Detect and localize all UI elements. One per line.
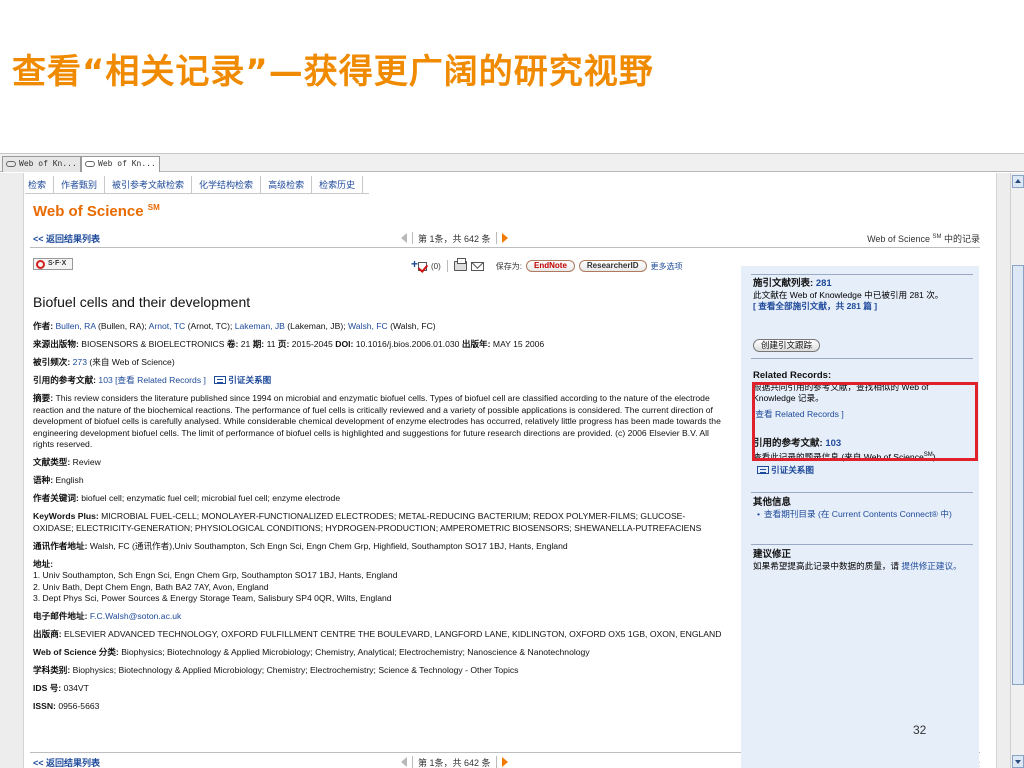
add-to-marked-list-icon[interactable]: + bbox=[411, 257, 427, 272]
field-subject: 学科类别: Biophysics; Biotechnology & Applie… bbox=[33, 665, 519, 675]
nav-search-history[interactable]: 检索历史 bbox=[312, 176, 364, 193]
page-icon bbox=[6, 161, 16, 167]
prev-record-icon[interactable] bbox=[401, 233, 407, 243]
next-record-icon[interactable] bbox=[501, 757, 508, 767]
pager: 第 1条，共 642 条 bbox=[401, 230, 508, 246]
email-link[interactable]: F.C.Walsh@soton.ac.uk bbox=[90, 611, 182, 621]
highlight-box bbox=[752, 382, 978, 461]
field-publisher: 出版商: ELSEVIER ADVANCED TECHNOLOGY, OXFOR… bbox=[33, 629, 722, 639]
scroll-up-icon[interactable] bbox=[1012, 175, 1024, 188]
page-number: 32 bbox=[913, 723, 927, 737]
tab-bar: Web of Kn... Web of Kn... bbox=[0, 154, 1024, 172]
pager-text: 第 1条，共 642 条 bbox=[418, 233, 491, 244]
author-link[interactable]: Bullen, RA bbox=[55, 321, 95, 331]
sfx-button[interactable]: S·F·X bbox=[33, 258, 73, 270]
nav-author-finder[interactable]: 作者甄别 bbox=[54, 176, 106, 193]
journal-toc-link[interactable]: 查看期刊目录 (在 Current Contents Connect® 中) bbox=[764, 509, 952, 519]
citation-map-link[interactable]: 引证关系图 bbox=[228, 375, 271, 385]
author-link[interactable]: Arnot, TC bbox=[149, 321, 186, 331]
researcherid-button[interactable]: ResearcherID bbox=[578, 260, 647, 272]
field-reprint-address: 通讯作者地址: Walsh, FC (通讯作者),Univ Southampto… bbox=[33, 540, 568, 551]
wos-page: 检索 作者甄别 被引参考文献检索 化学结构检索 高级检索 检索历史 Web of… bbox=[25, 173, 995, 768]
search-nav: 检索 作者甄别 被引参考文献检索 化学结构检索 高级检索 检索历史 bbox=[25, 176, 370, 194]
more-options-link[interactable]: 更多选项 bbox=[651, 261, 683, 272]
field-keywords-plus: KeyWords Plus: MICROBIAL FUEL-CELL; MONO… bbox=[33, 511, 702, 533]
suggest-correction-link[interactable]: 提供修正建议。 bbox=[902, 561, 962, 571]
divider bbox=[30, 247, 980, 248]
field-addresses: 地址: 1. Univ Southampton, Sch Engn Sci, E… bbox=[33, 558, 398, 604]
print-icon[interactable] bbox=[453, 258, 467, 271]
marked-count: (0) bbox=[431, 261, 441, 271]
prev-record-icon[interactable] bbox=[401, 757, 407, 767]
field-keywords: 作者关键词: biofuel cell; enzymatic fuel cell… bbox=[33, 493, 341, 503]
browser-window: Web of Kn... Web of Kn... 检索 作者甄别 被引参考文献… bbox=[0, 153, 1024, 768]
field-source: 来源出版物: BIOSENSORS & BIOELECTRONICS 卷: 21… bbox=[33, 339, 545, 349]
citing-articles-section: 施引文献列表: 281 此文献在 Web of Knowledge 中已被引用 … bbox=[753, 278, 944, 311]
scroll-thumb[interactable] bbox=[1012, 265, 1024, 685]
scroll-down-icon[interactable] bbox=[1012, 755, 1024, 768]
author-link[interactable]: Walsh, FC bbox=[348, 321, 388, 331]
citation-map-icon bbox=[214, 376, 227, 384]
field-email: 电子邮件地址: F.C.Walsh@soton.ac.uk bbox=[33, 611, 182, 621]
frame-right bbox=[996, 173, 1010, 768]
frame-left bbox=[0, 173, 24, 768]
record-bar-top: << 返回结果列表 第 1条，共 642 条 Web of Science SM… bbox=[30, 230, 980, 246]
field-cited-refs: 引用的参考文献: 103 [查看 Related Records ] 引证关系图 bbox=[33, 375, 272, 385]
email-icon[interactable] bbox=[470, 261, 484, 271]
back-to-results-link[interactable]: << 返回结果列表 bbox=[33, 232, 100, 245]
back-to-results-link[interactable]: << 返回结果列表 bbox=[33, 756, 100, 768]
field-ids: IDS 号: 034VT bbox=[33, 683, 89, 693]
related-records-link[interactable]: [查看 Related Records ] bbox=[113, 375, 206, 385]
create-citation-alert-button[interactable]: 创建引文跟踪 bbox=[753, 339, 821, 352]
page-viewport: 检索 作者甄别 被引参考文献检索 化学结构检索 高级检索 检索历史 Web of… bbox=[0, 173, 1010, 768]
pager: 第 1条，共 642 条 bbox=[401, 754, 508, 768]
vertical-scrollbar[interactable] bbox=[1010, 173, 1024, 768]
record-fields: 作者: Bullen, RA (Bullen, RA); Arnot, TC (… bbox=[33, 321, 723, 719]
sidebar: 施引文献列表: 281 此文献在 Web of Knowledge 中已被引用 … bbox=[741, 266, 979, 768]
citation-map-icon bbox=[757, 465, 769, 474]
field-doctype: 文献类型: Review bbox=[33, 457, 101, 467]
tab-web-of-knowledge-2[interactable]: Web of Kn... bbox=[81, 156, 160, 172]
author-link[interactable]: Lakeman, JB bbox=[235, 321, 285, 331]
field-times-cited: 被引频次: 273 (来自 Web of Science) bbox=[33, 357, 175, 367]
wos-logo[interactable]: Web of Science SM bbox=[33, 203, 160, 220]
nav-advanced-search[interactable]: 高级检索 bbox=[261, 176, 313, 193]
field-issn: ISSN: 0956-5663 bbox=[33, 701, 100, 711]
record-toolbar: + (0) 保存为: EndNote ResearcherID 更多选项 bbox=[411, 257, 683, 273]
other-info-section: 其他信息 查看期刊目录 (在 Current Contents Connect®… bbox=[753, 497, 971, 520]
cited-refs-link[interactable]: 103 bbox=[98, 375, 112, 385]
save-to-label: 保存为: bbox=[495, 261, 523, 271]
next-record-icon[interactable] bbox=[501, 233, 508, 243]
record-in-wos: Web of Science SM 中的记录 bbox=[867, 234, 980, 244]
nav-search[interactable]: 检索 bbox=[25, 176, 55, 193]
field-authors: 作者: Bullen, RA (Bullen, RA); Arnot, TC (… bbox=[33, 321, 436, 331]
nav-cited-ref-search[interactable]: 被引参考文献检索 bbox=[105, 176, 193, 193]
endnote-button[interactable]: EndNote bbox=[526, 260, 575, 272]
field-abstract: 摘要: This review considers the literature… bbox=[33, 393, 721, 449]
article-title: Biofuel cells and their development bbox=[33, 294, 251, 310]
field-wos-category: Web of Science 分类: Biophysics; Biotechno… bbox=[33, 647, 590, 657]
citing-count-link[interactable]: 281 bbox=[816, 278, 832, 289]
slide-title: 查看“相关记录”—获得更广阔的研究视野 bbox=[12, 52, 654, 92]
suggest-correction-section: 建议修正 如果希望提高此记录中数据的质量，请 提供修正建议。 bbox=[753, 549, 962, 571]
field-language: 语种: English bbox=[33, 475, 84, 485]
page-icon bbox=[85, 161, 95, 167]
tab-web-of-knowledge-1[interactable]: Web of Kn... bbox=[2, 156, 81, 172]
view-all-citing-link[interactable]: [ 查看全部施引文献，共 281 篇 ] bbox=[753, 301, 877, 311]
nav-structure-search[interactable]: 化学结构检索 bbox=[192, 176, 262, 193]
sidebar-citation-map-link[interactable]: 引证关系图 bbox=[771, 465, 814, 475]
pager-text: 第 1条，共 642 条 bbox=[418, 757, 491, 768]
times-cited-link[interactable]: 273 bbox=[73, 357, 87, 367]
sfx-icon bbox=[36, 260, 45, 269]
